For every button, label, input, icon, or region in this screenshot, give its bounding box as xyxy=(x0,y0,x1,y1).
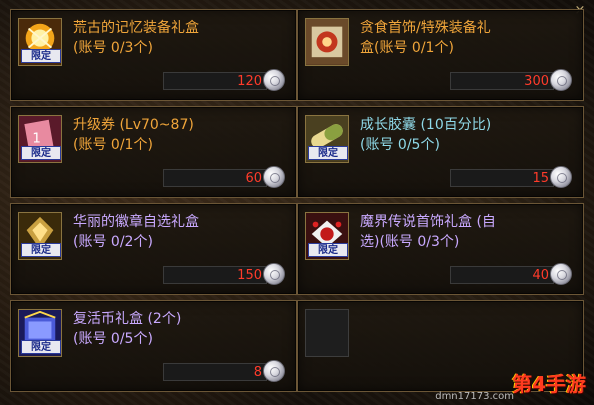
coin-icon xyxy=(550,263,572,285)
coin-icon xyxy=(550,166,572,188)
shop-item-slot[interactable]: 贪食首饰/特殊装备礼 盒(账号 0/1个) 300 xyxy=(297,9,584,101)
limited-badge: 限定 xyxy=(21,49,61,63)
limited-badge: 限定 xyxy=(308,243,348,257)
coin-icon xyxy=(263,166,285,188)
shop-item-slot[interactable]: 限定 魔界传说首饰礼盒 (自 选)(账号 0/3个) 40 xyxy=(297,203,584,295)
limited-badge: 限定 xyxy=(21,340,61,354)
gift-box-red-icon xyxy=(305,18,349,66)
item-price: 120 xyxy=(237,74,262,89)
limited-badge: 限定 xyxy=(21,146,61,160)
price-box: 40 xyxy=(450,266,554,284)
shop-item-slot[interactable]: 限定 复活币礼盒 (2个) (账号 0/5个) 8 xyxy=(10,300,297,392)
item-name: 升级券 (Lv70~87) (账号 0/1个) xyxy=(73,117,194,153)
item-name: 荒古的记忆装备礼盒 (账号 0/3个) xyxy=(73,20,199,56)
item-price: 40 xyxy=(532,268,549,283)
coin-icon xyxy=(263,263,285,285)
watermark-url: dmn17173.com xyxy=(435,391,514,402)
limited-badge: 限定 xyxy=(308,146,348,160)
shop-item-slot[interactable]: 1 限定 升级券 (Lv70~87) (账号 0/1个) 60 xyxy=(10,106,297,198)
shop-item-slot[interactable]: 限定 成长胶囊 (10百分比) (账号 0/5个) 15 xyxy=(297,106,584,198)
item-name: 华丽的徽章自选礼盒 (账号 0/2个) xyxy=(73,214,199,250)
growth-capsule-icon: 限定 xyxy=(305,115,349,163)
price-box: 8 xyxy=(163,363,267,381)
price-box: 120 xyxy=(163,72,267,90)
price-box: 15 xyxy=(450,169,554,187)
gift-box-gold-icon: 限定 xyxy=(18,18,62,66)
price-box: 150 xyxy=(163,266,267,284)
item-name: 贪食首饰/特殊装备礼 盒(账号 0/1个) xyxy=(360,20,491,56)
item-price: 300 xyxy=(524,74,549,89)
item-price: 15 xyxy=(532,171,549,186)
item-name: 成长胶囊 (10百分比) (账号 0/5个) xyxy=(360,117,492,153)
shop-item-slot[interactable]: 限定 荒古的记忆装备礼盒 (账号 0/3个) 120 xyxy=(10,9,297,101)
shop-item-slot[interactable]: 限定 华丽的徽章自选礼盒 (账号 0/2个) 150 xyxy=(10,203,297,295)
watermark-logo: 第4手游 xyxy=(512,372,586,396)
price-box: 60 xyxy=(163,169,267,187)
item-price: 8 xyxy=(253,365,262,380)
limited-badge: 限定 xyxy=(21,243,61,257)
item-price: 150 xyxy=(237,268,262,283)
price-box: 300 xyxy=(450,72,554,90)
item-name: 魔界传说首饰礼盒 (自 选)(账号 0/3个) xyxy=(360,214,496,250)
legend-box-icon: 限定 xyxy=(305,212,349,260)
emblem-box-icon: 限定 xyxy=(18,212,62,260)
coin-icon xyxy=(550,69,572,91)
item-price: 60 xyxy=(245,171,262,186)
coin-icon xyxy=(263,69,285,91)
item-name: 复活币礼盒 (2个) (账号 0/5个) xyxy=(73,311,182,347)
revive-coin-box-icon: 限定 xyxy=(18,309,62,357)
empty-item-cell xyxy=(305,309,349,357)
svg-text:1: 1 xyxy=(32,132,41,147)
coin-icon xyxy=(263,360,285,382)
level-ticket-icon: 1 限定 xyxy=(18,115,62,163)
